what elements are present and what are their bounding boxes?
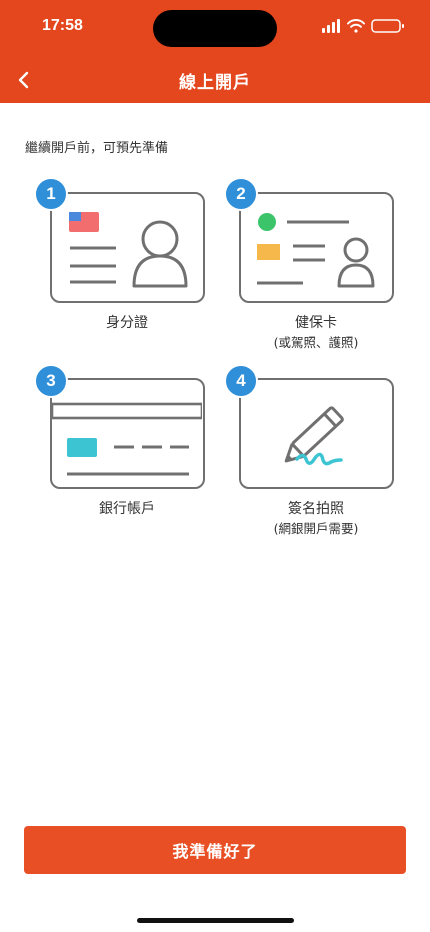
- wifi-icon: [347, 19, 365, 33]
- step-badge: 3: [34, 364, 68, 398]
- signal-icon: [322, 19, 340, 33]
- status-time: 17:58: [42, 17, 83, 34]
- health-card-icon: [239, 192, 394, 303]
- step-subtitle: (或駕照、護照): [273, 335, 359, 350]
- ready-button[interactable]: 我準備好了: [24, 826, 406, 874]
- step-caption: 健保卡 (或駕照、護照): [221, 314, 411, 352]
- step-badge: 2: [224, 177, 258, 211]
- step-caption: 身分證: [32, 314, 222, 333]
- step-badge: 1: [34, 177, 68, 211]
- battery-icon: [371, 19, 404, 33]
- step-badge: 4: [224, 364, 258, 398]
- app-header: 17:58 線上開戶: [0, 0, 430, 103]
- dynamic-island: [153, 10, 277, 47]
- intro-text: 繼續開戶前，可預先準備: [25, 141, 169, 156]
- step-title: 銀行帳戶: [99, 501, 155, 517]
- bank-card-icon: [50, 378, 205, 489]
- step-title: 簽名拍照: [288, 501, 344, 517]
- status-icons: [322, 18, 406, 38]
- pen-signature-icon: [239, 378, 394, 489]
- step-caption: 銀行帳戶: [32, 500, 222, 519]
- id-card-icon: [50, 192, 205, 303]
- step-title: 身分證: [106, 315, 148, 331]
- step-subtitle: (網銀開戶需要): [273, 521, 359, 536]
- home-indicator: [137, 918, 294, 923]
- step-title: 健保卡: [295, 315, 337, 331]
- step-caption: 簽名拍照 (網銀開戶需要): [221, 500, 411, 538]
- page-title: 線上開戶: [179, 73, 251, 93]
